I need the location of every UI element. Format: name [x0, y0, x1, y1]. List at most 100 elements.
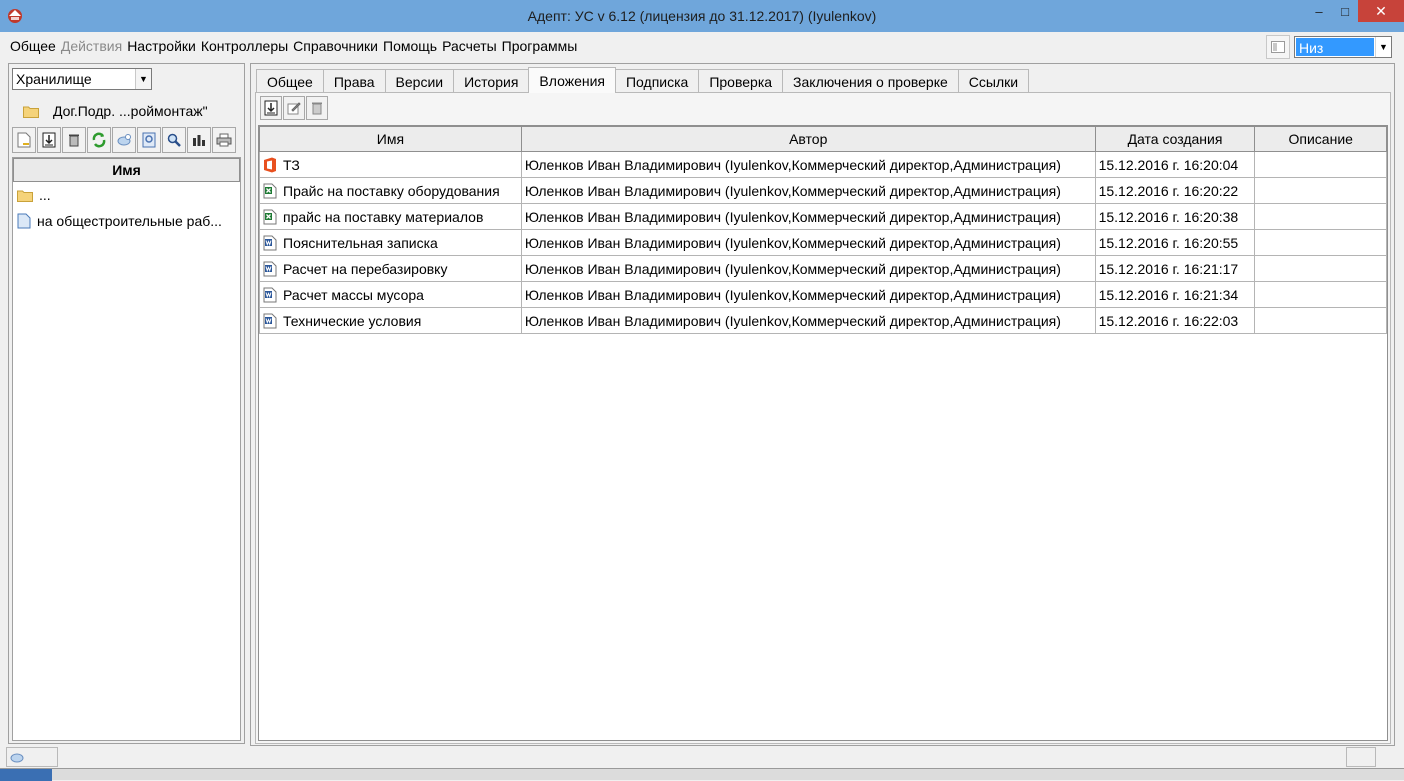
refresh-icon	[92, 132, 106, 148]
attachment-date: 15.12.2016 г. 16:21:34	[1094, 281, 1256, 308]
menu-actions[interactable]: Действия	[59, 38, 125, 54]
excel-icon	[263, 183, 277, 198]
left-toolbar	[12, 127, 237, 153]
word-icon	[263, 313, 277, 328]
menu-programs[interactable]: Программы	[500, 38, 581, 54]
attachments-toolbar	[260, 96, 329, 120]
new-document-button[interactable]	[12, 127, 36, 153]
chevron-down-icon[interactable]: ▼	[135, 69, 151, 89]
folder-icon	[17, 190, 33, 202]
menu-bar: Общее Действия Настройки Контроллеры Спр…	[0, 32, 1404, 60]
connection-icon	[10, 753, 24, 763]
column-header-name[interactable]: Имя	[259, 126, 522, 152]
table-row[interactable]: Технические условия Юленков Иван Владими…	[259, 307, 1387, 334]
preview-button[interactable]	[137, 127, 161, 153]
tab-check-conclusions[interactable]: Заключения о проверке	[782, 69, 959, 93]
status-panel-left	[6, 747, 58, 767]
tab-attachments[interactable]: Вложения	[528, 67, 616, 93]
chevron-down-icon[interactable]: ▼	[1375, 37, 1391, 57]
link-button[interactable]	[112, 127, 136, 153]
close-button[interactable]: ✕	[1358, 0, 1404, 22]
tab-links[interactable]: Ссылки	[957, 69, 1030, 93]
document-tree: Имя ... на общестроительные раб...	[12, 157, 241, 741]
attachment-author: Юленков Иван Владимирович (Iyulenkov,Ком…	[520, 281, 1096, 308]
download-icon	[42, 132, 56, 148]
tab-check[interactable]: Проверка	[698, 69, 784, 93]
table-row[interactable]: прайс на поставку материалов Юленков Ива…	[259, 203, 1387, 230]
refresh-button[interactable]	[87, 127, 111, 153]
table-row[interactable]: Расчет массы мусора Юленков Иван Владими…	[259, 281, 1387, 308]
tab-general[interactable]: Общее	[256, 69, 324, 93]
download-button[interactable]	[37, 127, 61, 153]
download-icon	[264, 100, 278, 116]
left-panel: Хранилище ▼ Дог.Подр. ...роймонтаж" Имя …	[8, 63, 245, 744]
link-icon	[117, 134, 131, 146]
menu-general[interactable]: Общее	[8, 38, 59, 54]
menu-right-controls: Низ ▼	[1266, 35, 1392, 59]
tree-item-parent[interactable]: ...	[13, 182, 240, 208]
app-icon[interactable]	[6, 7, 24, 25]
attachment-author: Юленков Иван Владимирович (Iyulenkov,Ком…	[520, 255, 1096, 282]
word-icon	[263, 261, 277, 276]
attachment-name: Расчет массы мусора	[283, 286, 424, 303]
attachment-date: 15.12.2016 г. 16:21:17	[1094, 255, 1256, 282]
print-icon	[216, 133, 232, 147]
delete-button[interactable]	[62, 127, 86, 153]
folder-icon	[23, 106, 39, 118]
taskbar-start-area	[0, 769, 52, 781]
attachment-author: Юленков Иван Владимирович (Iyulenkov,Ком…	[520, 307, 1096, 334]
edit-icon	[287, 102, 301, 115]
tab-subscription[interactable]: Подписка	[614, 69, 700, 93]
word-icon	[263, 287, 277, 302]
attachment-description	[1254, 177, 1387, 204]
document-icon	[17, 213, 31, 229]
tree-column-header[interactable]: Имя	[13, 158, 240, 182]
menu-references[interactable]: Справочники	[291, 38, 381, 54]
tab-versions[interactable]: Версии	[384, 69, 455, 93]
attachment-name: Технические условия	[283, 312, 422, 329]
menu-calculations[interactable]: Расчеты	[440, 38, 500, 54]
panel-layout-button[interactable]	[1266, 35, 1290, 59]
chart-icon	[193, 135, 205, 146]
attachment-delete-button[interactable]	[306, 96, 328, 120]
document-tabs: Общее Права Версии История Вложения Подп…	[256, 67, 1030, 93]
search-button[interactable]	[162, 127, 186, 153]
attachment-name: Прайс на поставку оборудования	[283, 182, 500, 199]
panel-position-value: Низ	[1296, 38, 1374, 56]
attachment-author: Юленков Иван Владимирович (Iyulenkov,Ком…	[520, 177, 1096, 204]
storage-select-value: Хранилище	[16, 71, 92, 87]
attachment-date: 15.12.2016 г. 16:20:04	[1094, 151, 1256, 178]
tab-rights[interactable]: Права	[322, 69, 386, 93]
menu-help[interactable]: Помощь	[381, 38, 440, 54]
menu-settings[interactable]: Настройки	[125, 38, 199, 54]
print-button[interactable]	[212, 127, 236, 153]
tree-item-label: на общестроительные раб...	[37, 213, 222, 229]
maximize-button[interactable]: □	[1332, 0, 1358, 22]
table-row[interactable]: ТЗ Юленков Иван Владимирович (Iyulenkov,…	[259, 151, 1387, 178]
attachment-edit-button[interactable]	[283, 96, 305, 120]
attachment-description	[1254, 255, 1387, 282]
table-row[interactable]: Прайс на поставку оборудования Юленков И…	[259, 177, 1387, 204]
panel-position-select[interactable]: Низ ▼	[1294, 36, 1392, 58]
column-header-created[interactable]: Дата создания	[1094, 126, 1256, 152]
chart-button[interactable]	[187, 127, 211, 153]
panel-layout-icon	[1271, 41, 1285, 53]
tree-item-label: ...	[39, 187, 51, 203]
new-doc-icon	[17, 132, 31, 148]
table-row[interactable]: Пояснительная записка Юленков Иван Влади…	[259, 229, 1387, 256]
attachment-name: ТЗ	[283, 156, 300, 173]
column-header-author[interactable]: Автор	[520, 126, 1096, 152]
folder-path-label: Дог.Подр. ...роймонтаж"	[53, 103, 208, 119]
minimize-button[interactable]: –	[1306, 0, 1332, 22]
attachment-download-button[interactable]	[260, 96, 282, 120]
attachment-author: Юленков Иван Владимирович (Iyulenkov,Ком…	[520, 151, 1096, 178]
table-row[interactable]: Расчет на перебазировку Юленков Иван Вла…	[259, 255, 1387, 282]
tree-item-document[interactable]: на общестроительные раб...	[13, 208, 240, 234]
column-header-description[interactable]: Описание	[1254, 126, 1387, 152]
menu-controllers[interactable]: Контроллеры	[199, 38, 291, 54]
attachment-description	[1254, 229, 1387, 256]
right-panel: Общее Права Версии История Вложения Подп…	[250, 63, 1395, 746]
tab-history[interactable]: История	[453, 69, 530, 93]
attachments-tab-body: Имя Автор Дата создания Описание ТЗ Юлен…	[255, 92, 1391, 744]
storage-select[interactable]: Хранилище ▼	[12, 68, 152, 90]
